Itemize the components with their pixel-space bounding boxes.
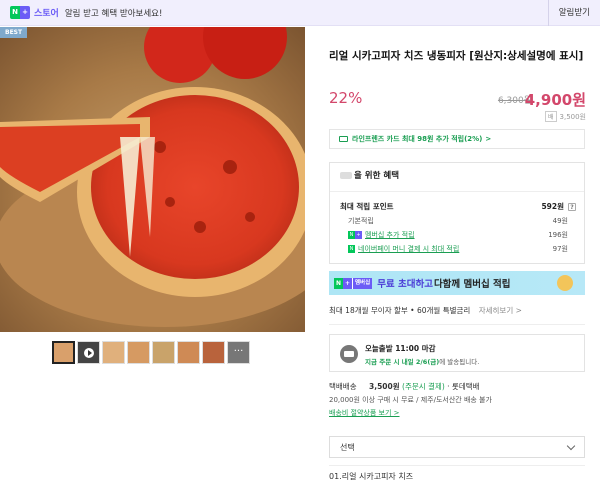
thumbnail-6[interactable] xyxy=(177,341,200,364)
shipping-saving-link[interactable]: 배송비 절약상품 보기 > xyxy=(329,408,400,418)
points-row-basic: 기본적립 49원 xyxy=(348,217,568,225)
max-points-row: 최대 적립 포인트 592원? xyxy=(340,201,576,212)
play-icon xyxy=(84,348,94,358)
product-title: 리얼 시카고피자 치즈 냉동피자 [원산지:상세설명에 표시] xyxy=(329,50,584,62)
naver-membership-icon: N + 멤버십 xyxy=(334,277,373,289)
membership-points-link[interactable]: 멤버십 추가 적립 xyxy=(365,231,415,239)
installment-info: 최대 18개월 무이자 할부 • 60개월 특별금리 자세히보기 > xyxy=(329,306,522,315)
thumbnail-7[interactable] xyxy=(202,341,225,364)
benefit-heading: 을 위한 혜택 xyxy=(340,169,399,181)
card-promo-link[interactable]: 라인프렌즈 카드 최대 98원 추가 적립(2%) > xyxy=(329,129,585,149)
thumbnail-5[interactable] xyxy=(152,341,175,364)
delivery-price-tag: 배 xyxy=(544,111,557,122)
divider xyxy=(329,465,585,466)
pizza-image xyxy=(0,27,305,327)
option-item[interactable]: 01.리얼 시카고피자 치즈 xyxy=(329,471,413,482)
installment-more-link[interactable]: 자세히보기 > xyxy=(479,306,522,315)
option-select[interactable]: 선택 xyxy=(329,436,585,458)
thumbnail-strip: ··· xyxy=(52,341,250,364)
store-alert-banner: N + 스토어 알림 받고 혜택 받아보세요! 알림받기 xyxy=(0,0,600,26)
membership-text-dark: 다함께 멤버십 적립 xyxy=(433,279,511,290)
truck-icon xyxy=(340,345,358,363)
alarm-subscribe-button[interactable]: 알림받기 xyxy=(547,0,590,26)
product-main-image[interactable]: BEST xyxy=(0,27,305,332)
naver-pay-icon: N xyxy=(348,245,355,253)
today-dispatch-box: 오늘출발 11:00 마감 지금 주문 시 내일 2/6(금)에 발송됩니다. xyxy=(329,334,585,372)
points-row-naverpay: N 네이버페이 머니 결제 시 최대 적립 97원 xyxy=(348,245,568,253)
naver-plus-icon: N + xyxy=(348,231,362,239)
store-label: 스토어 xyxy=(34,9,59,19)
membership-text-purple: 무료 초대하고 xyxy=(377,279,433,290)
delivery-price: 배 3,500원 xyxy=(544,111,586,122)
naver-plus-icon: N + xyxy=(10,6,30,19)
people-emoji-icon xyxy=(557,275,573,291)
shipping-fee: 3,500원 xyxy=(369,382,400,391)
best-badge: BEST xyxy=(0,27,28,38)
divider xyxy=(330,191,584,192)
thumbnail-video[interactable] xyxy=(77,341,100,364)
discount-rate: 22% xyxy=(329,89,363,107)
alert-message: 알림 받고 혜택 받아보세요! xyxy=(64,8,163,19)
dispatch-estimate: 지금 주문 시 내일 2/6(금)에 발송됩니다. xyxy=(365,358,480,366)
benefit-panel: 을 위한 혜택 최대 적립 포인트 592원? 기본적립 49원 N + 멤버십 추… xyxy=(329,162,585,264)
dispatch-deadline: 오늘출발 11:00 마감 xyxy=(365,344,436,353)
help-icon[interactable]: ? xyxy=(568,203,576,211)
membership-invite-banner[interactable]: N + 멤버십 무료 초대하고 다함께 멤버십 적립 xyxy=(329,271,585,295)
thumbnail-1[interactable] xyxy=(52,341,75,364)
thumbnail-more-icon[interactable]: ··· xyxy=(227,341,250,364)
sale-price: 4,900원 xyxy=(524,91,586,109)
shipping-fee-row: 택배배송 3,500원 (주문시 결제) · 롯데택배 xyxy=(329,382,480,391)
redacted-name xyxy=(340,172,352,179)
thumbnail-3[interactable] xyxy=(102,341,125,364)
divider xyxy=(329,324,585,325)
shipping-condition: 20,000원 이상 구매 시 무료 / 제주/도서산간 배송 불가 xyxy=(329,396,492,404)
naverpay-points-link[interactable]: 네이버페이 머니 결제 시 최대 적립 xyxy=(358,245,459,253)
chevron-right-icon: > xyxy=(485,135,492,143)
card-promo-text: 라인프렌즈 카드 최대 98원 추가 적립(2%) xyxy=(352,135,483,143)
credit-card-icon xyxy=(339,136,348,142)
max-points-value: 592원 xyxy=(541,202,564,211)
thumbnail-4[interactable] xyxy=(127,341,150,364)
chevron-down-icon xyxy=(566,441,576,451)
points-row-membership: N + 멤버십 추가 적립 196원 xyxy=(348,231,568,239)
